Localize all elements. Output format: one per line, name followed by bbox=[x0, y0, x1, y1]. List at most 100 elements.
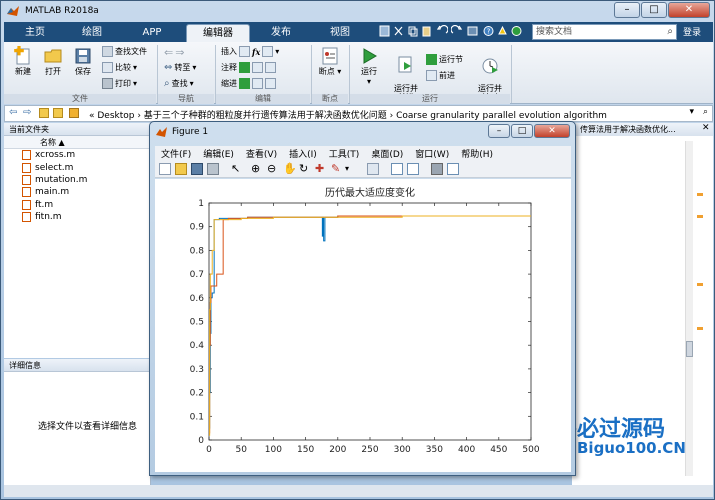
new-button[interactable]: 新建 bbox=[10, 46, 36, 77]
breakpoints-button[interactable]: 断点 ▾ bbox=[316, 46, 344, 77]
show-plot-tools-icon[interactable] bbox=[447, 163, 459, 175]
save-button[interactable]: 保存 bbox=[70, 46, 96, 77]
menu-file[interactable]: 文件(F) bbox=[155, 146, 197, 160]
back-arrow-icon[interactable]: ⇐ bbox=[164, 46, 173, 59]
close-button[interactable]: ✕ bbox=[668, 2, 710, 18]
menu-tools[interactable]: 工具(T) bbox=[323, 146, 366, 160]
run-dropdown-icon[interactable]: ▾ bbox=[354, 77, 384, 86]
back-arrow-icon[interactable]: ⇦ bbox=[9, 107, 17, 118]
legend-icon[interactable] bbox=[407, 163, 419, 175]
close-editor-icon[interactable]: ✕ bbox=[702, 123, 710, 133]
zoom-in-icon[interactable]: ⊕ bbox=[251, 163, 263, 175]
find-dropdown-icon[interactable]: ▾ bbox=[190, 79, 194, 88]
brush-icon[interactable]: ✎ bbox=[331, 163, 343, 175]
link-plot-icon[interactable] bbox=[367, 163, 379, 175]
help-menu-icon[interactable] bbox=[511, 25, 522, 37]
brush-dropdown-icon[interactable]: ▾ bbox=[345, 163, 357, 175]
tab-home[interactable]: 主页 bbox=[12, 24, 58, 42]
tab-plots[interactable]: 绘图 bbox=[66, 24, 118, 42]
increase-indent-icon[interactable] bbox=[252, 78, 263, 89]
undo-icon[interactable] bbox=[437, 25, 448, 37]
tab-apps[interactable]: APP bbox=[126, 24, 178, 42]
print-dropdown-icon[interactable]: ▾ bbox=[133, 79, 137, 88]
new-figure-icon[interactable] bbox=[159, 163, 171, 175]
warning-marker[interactable] bbox=[697, 193, 703, 196]
menu-help[interactable]: 帮助(H) bbox=[455, 146, 499, 160]
save-figure-icon[interactable] bbox=[191, 163, 203, 175]
list-item[interactable]: mutation.m bbox=[4, 174, 150, 186]
warning-marker[interactable] bbox=[697, 215, 703, 218]
switch-windows-icon[interactable] bbox=[467, 25, 478, 37]
open-button[interactable]: 打开 bbox=[40, 46, 66, 77]
notification-icon[interactable] bbox=[497, 25, 508, 37]
browse-folder-icon[interactable] bbox=[53, 108, 63, 118]
zoom-out-icon[interactable]: ⊖ bbox=[267, 163, 279, 175]
data-cursor-icon[interactable]: ✚ bbox=[315, 163, 327, 175]
breadcrumb[interactable]: « Desktop › 基于三个子种群的粗粒度并行遗传算法用于解决函数优化问题 … bbox=[89, 108, 607, 121]
goto-dropdown-icon[interactable]: ▾ bbox=[192, 63, 196, 72]
search-folder-icon[interactable]: ⌕ bbox=[703, 107, 708, 117]
pointer-icon[interactable]: ↖ bbox=[231, 163, 243, 175]
chart-insert-icon[interactable] bbox=[262, 46, 274, 57]
redo-icon[interactable] bbox=[451, 25, 462, 37]
run-button[interactable]: 运行 ▾ bbox=[354, 46, 384, 86]
figure-window[interactable]: Figure 1 – □ ✕ 文件(F) 编辑(E) 查看(V) 插入(I) 工… bbox=[149, 121, 576, 476]
insert-button[interactable]: 插入 fx ▾ bbox=[221, 46, 279, 57]
advance-button[interactable]: 前进 bbox=[426, 70, 455, 81]
list-item[interactable]: fitn.m bbox=[4, 211, 150, 223]
warning-marker[interactable] bbox=[697, 327, 703, 330]
list-item[interactable]: main.m bbox=[4, 186, 150, 198]
figure-canvas[interactable]: 历代最大适应度变化 0 50 100 150 200 250 300 350 400 450 500 0… bbox=[155, 179, 571, 472]
breakpoints-dropdown-icon[interactable]: ▾ bbox=[337, 67, 341, 76]
wrap-comment-icon[interactable] bbox=[265, 62, 276, 73]
list-item[interactable]: xcross.m bbox=[4, 149, 150, 161]
path-address-bar[interactable]: ⇦ ⇨ « Desktop › 基于三个子种群的粗粒度并行遗传算法用于解决函数优… bbox=[4, 105, 713, 122]
name-column-header[interactable]: 名称 ▲ bbox=[4, 136, 150, 149]
menu-desktop[interactable]: 桌面(D) bbox=[365, 146, 409, 160]
search-icon[interactable]: ⌕ bbox=[667, 25, 673, 39]
find-files-button[interactable]: 查找文件 bbox=[102, 46, 147, 57]
rotate-3d-icon[interactable]: ↻ bbox=[299, 163, 311, 175]
menu-insert[interactable]: 插入(I) bbox=[283, 146, 323, 160]
back-forward-buttons[interactable]: ⇐ ⇒ bbox=[164, 46, 184, 59]
insert-dropdown-icon[interactable]: ▾ bbox=[275, 47, 279, 56]
maximize-button[interactable]: □ bbox=[641, 2, 667, 18]
forward-arrow-icon[interactable]: ⇒ bbox=[175, 46, 184, 59]
documentation-search-input[interactable]: 搜索文档 ⌕ bbox=[532, 24, 677, 40]
compare-button[interactable]: 比较 ▾ bbox=[102, 62, 137, 73]
forward-arrow-icon[interactable]: ⇨ bbox=[23, 107, 31, 118]
pan-hand-icon[interactable]: ✋ bbox=[283, 163, 297, 175]
path-dropdown-icon[interactable]: ▾ bbox=[689, 107, 694, 117]
list-item[interactable]: ft.m bbox=[4, 199, 150, 211]
tab-view[interactable]: 视图 bbox=[314, 24, 366, 42]
decrease-indent-icon[interactable] bbox=[265, 78, 276, 89]
menu-view[interactable]: 查看(V) bbox=[240, 146, 283, 160]
uncomment-icon[interactable] bbox=[252, 62, 263, 73]
paste-icon[interactable] bbox=[421, 25, 432, 37]
copy-icon[interactable] bbox=[407, 25, 418, 37]
run-section-button[interactable]: 运行节 bbox=[426, 54, 463, 65]
goto-button[interactable]: ⇔ 转至 ▾ bbox=[164, 62, 196, 73]
figure-maximize-button[interactable]: □ bbox=[511, 124, 533, 138]
login-link[interactable]: 登录 bbox=[683, 25, 701, 38]
open-file-icon[interactable] bbox=[175, 163, 187, 175]
tab-publish[interactable]: 发布 bbox=[256, 24, 306, 42]
save-quick-icon[interactable] bbox=[379, 25, 390, 37]
menu-window[interactable]: 窗口(W) bbox=[409, 146, 455, 160]
figure-minimize-button[interactable]: – bbox=[488, 124, 510, 138]
find-button[interactable]: ⌕ 查找 ▾ bbox=[164, 78, 194, 89]
tab-editor[interactable]: 编辑器 bbox=[186, 24, 250, 42]
cut-icon[interactable] bbox=[393, 25, 404, 37]
compare-dropdown-icon[interactable]: ▾ bbox=[133, 63, 137, 72]
menu-edit[interactable]: 编辑(E) bbox=[197, 146, 240, 160]
folder-up-icon[interactable] bbox=[39, 108, 49, 118]
list-item[interactable]: select.m bbox=[4, 161, 150, 173]
scrollbar-thumb[interactable] bbox=[686, 341, 693, 357]
print-button[interactable]: 打印 ▾ bbox=[102, 78, 137, 89]
warning-marker[interactable] bbox=[697, 283, 703, 286]
indent-button[interactable]: 缩进 bbox=[221, 78, 276, 89]
chart-plot[interactable]: 历代最大适应度变化 0 50 100 150 200 250 300 350 400 450 500 0… bbox=[155, 179, 571, 472]
help-icon[interactable]: ? bbox=[483, 25, 494, 37]
comment-button[interactable]: 注释 bbox=[221, 62, 276, 73]
colorbar-icon[interactable] bbox=[391, 163, 403, 175]
